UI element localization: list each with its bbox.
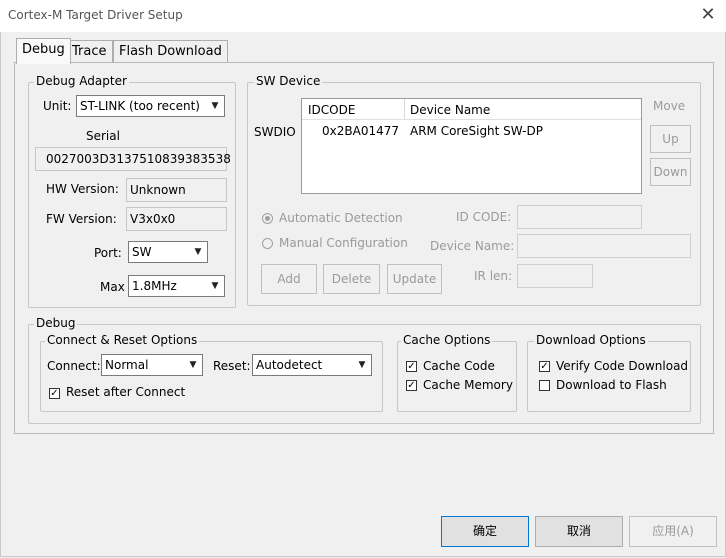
add-button[interactable]: Add: [261, 264, 317, 294]
ok-button[interactable]: 确定: [441, 516, 529, 547]
connect-value: Normal: [105, 358, 149, 372]
tab-trace[interactable]: Trace: [66, 40, 113, 62]
device-name-label: Device Name:: [430, 239, 515, 253]
column-header-device-name[interactable]: Device Name: [410, 103, 490, 117]
reset-select[interactable]: Autodetect ▼: [252, 354, 372, 376]
cache-code-checkbox[interactable]: ✓: [406, 361, 417, 372]
chevron-down-icon: ▼: [211, 281, 219, 291]
cache-memory-checkbox[interactable]: ✓: [406, 380, 417, 391]
move-up-button[interactable]: Up: [650, 125, 691, 153]
hw-version-field: Unknown: [126, 178, 227, 202]
sw-device-list[interactable]: IDCODE Device Name 0x2BA01477 ARM CoreSi…: [301, 98, 642, 194]
cache-code-label: Cache Code: [423, 359, 495, 373]
chevron-down-icon: ▼: [189, 360, 197, 370]
row-idcode[interactable]: 0x2BA01477: [322, 124, 399, 138]
chevron-down-icon: ▼: [211, 101, 219, 111]
serial-value: 0027003D3137510839383538: [46, 152, 231, 166]
tab-debug[interactable]: Debug: [16, 38, 71, 64]
download-to-flash-checkbox[interactable]: [539, 380, 550, 391]
delete-button[interactable]: Delete: [323, 264, 380, 294]
chevron-down-icon: ▼: [358, 360, 366, 370]
ir-len-input[interactable]: [517, 264, 593, 288]
fw-version-label: FW Version:: [46, 212, 117, 226]
update-button[interactable]: Update: [387, 264, 442, 294]
id-code-input[interactable]: [517, 205, 642, 229]
move-down-button[interactable]: Down: [650, 158, 691, 186]
manual-configuration-label: Manual Configuration: [279, 236, 408, 250]
port-label: Port:: [94, 246, 122, 260]
port-select[interactable]: SW ▼: [128, 241, 208, 263]
ir-len-label: IR len:: [474, 269, 513, 283]
unit-value: ST-LINK (too recent): [80, 99, 200, 113]
window-title: Cortex-M Target Driver Setup: [8, 8, 183, 22]
serial-label: Serial: [86, 129, 120, 143]
device-name-input[interactable]: [517, 234, 691, 258]
verify-code-download-label: Verify Code Download: [556, 359, 689, 373]
download-options-label: Download Options: [534, 333, 648, 347]
id-code-label: ID CODE:: [456, 210, 512, 224]
reset-value: Autodetect: [256, 358, 323, 372]
manual-configuration-radio[interactable]: [262, 238, 273, 249]
download-to-flash-label: Download to Flash: [556, 378, 667, 392]
close-icon[interactable]: ✕: [696, 4, 720, 28]
max-clock-value: 1.8MHz: [132, 279, 177, 293]
connect-reset-group: [40, 341, 383, 412]
connect-reset-label: Connect & Reset Options: [45, 333, 200, 347]
hw-version-value: Unknown: [130, 183, 186, 197]
apply-button[interactable]: 应用(A): [629, 516, 717, 547]
cache-options-group: [397, 341, 517, 412]
debug-group-label: Debug: [34, 316, 78, 330]
chevron-down-icon: ▼: [194, 247, 202, 257]
serial-field: 0027003D3137510839383538: [35, 147, 231, 171]
connect-label: Connect:: [47, 359, 101, 373]
swdio-label: SWDIO: [254, 125, 296, 139]
reset-after-connect-checkbox[interactable]: ✓: [49, 388, 60, 399]
verify-code-download-checkbox[interactable]: ✓: [539, 361, 550, 372]
tab-flash-download[interactable]: Flash Download: [113, 40, 228, 62]
sw-device-label: SW Device: [254, 74, 323, 88]
cache-memory-label: Cache Memory: [423, 378, 513, 392]
column-divider: [404, 99, 405, 119]
fw-version-field: V3x0x0: [126, 207, 227, 231]
row-device-name[interactable]: ARM CoreSight SW-DP: [410, 124, 543, 138]
move-label: Move: [653, 99, 686, 113]
port-value: SW: [132, 245, 152, 259]
unit-label: Unit:: [43, 99, 72, 113]
fw-version-value: V3x0x0: [130, 212, 176, 226]
download-options-group: [527, 341, 691, 412]
connect-select[interactable]: Normal ▼: [101, 354, 203, 376]
reset-label: Reset:: [213, 359, 251, 373]
column-header-idcode[interactable]: IDCODE: [308, 103, 355, 117]
max-clock-select[interactable]: 1.8MHz ▼: [128, 275, 225, 297]
reset-after-connect-label: Reset after Connect: [66, 385, 186, 399]
unit-select[interactable]: ST-LINK (too recent) ▼: [76, 95, 225, 117]
hw-version-label: HW Version:: [46, 182, 119, 196]
cache-options-label: Cache Options: [401, 333, 493, 347]
debug-adapter-label: Debug Adapter: [34, 74, 129, 88]
cancel-button[interactable]: 取消: [535, 516, 623, 547]
automatic-detection-label: Automatic Detection: [279, 211, 403, 225]
max-clock-label: Max: [100, 280, 125, 294]
automatic-detection-radio[interactable]: [262, 213, 273, 224]
